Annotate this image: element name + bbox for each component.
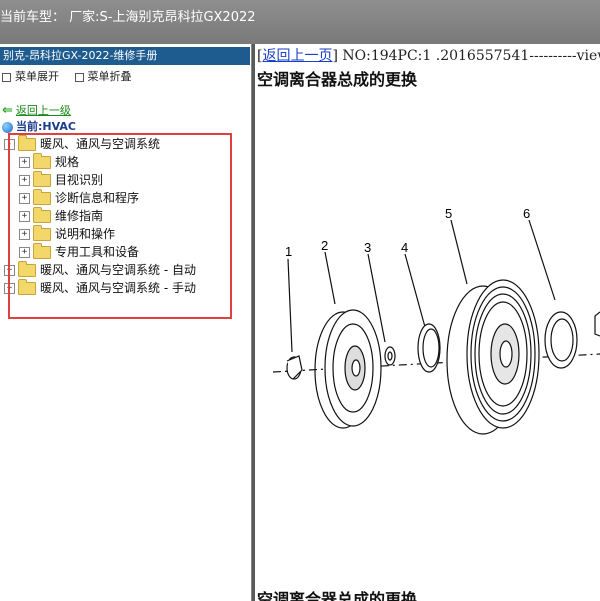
window-title: 当前车型： 厂家:S-上海别克昂科拉GX2022	[0, 10, 256, 25]
page-title: 空调离合器总成的更换	[257, 70, 418, 89]
callout-5: 5	[445, 206, 452, 221]
title-bar: 当前车型： 厂家:S-上海别克昂科拉GX2022	[0, 0, 600, 45]
manual-header: 别克-昂科拉GX-2022-维修手册	[0, 47, 250, 65]
left-pane: 别克-昂科拉GX-2022-维修手册 菜单展开 菜单折叠 ⇐ 返回上一级 当前:H…	[0, 44, 252, 601]
section-title: 空调离合器总成的更换	[257, 590, 418, 601]
clutch-diagram: 1 2 3 4 5 6	[272, 206, 600, 435]
collapse-label: 菜单折叠	[87, 70, 132, 83]
collapse-menu-button[interactable]: 菜单折叠	[73, 68, 132, 84]
expand-icon	[2, 72, 11, 82]
back-arrow-icon: ⇐	[2, 103, 13, 118]
menu-toolbar: 菜单展开 菜单折叠	[0, 68, 142, 84]
back-page-link[interactable]: 返回上一页	[262, 48, 332, 64]
callout-3: 3	[364, 240, 371, 255]
collapse-icon	[74, 72, 84, 82]
back-link[interactable]: ⇐ 返回上一级	[2, 102, 71, 118]
callout-6: 6	[523, 206, 530, 221]
current-location: 当前:HVAC	[2, 118, 76, 134]
document-pane: [返回上一页] NO:194PC:1 .2016557541----------…	[255, 44, 600, 601]
globe-icon	[2, 121, 13, 133]
expand-label: 菜单展开	[15, 70, 59, 83]
current-label: 当前:HVAC	[16, 120, 76, 133]
back-link-label: 返回上一级	[15, 104, 71, 117]
document-nav: [返回上一页] NO:194PC:1 .2016557541----------…	[257, 45, 600, 65]
doc-id-text: ] NO:194PC:1 .2016557541----------view	[332, 48, 600, 64]
expand-menu-button[interactable]: 菜单展开	[0, 68, 59, 84]
callout-2: 2	[321, 238, 328, 253]
callout-4: 4	[401, 240, 408, 255]
callout-1: 1	[285, 244, 292, 259]
highlight-box	[8, 133, 232, 319]
